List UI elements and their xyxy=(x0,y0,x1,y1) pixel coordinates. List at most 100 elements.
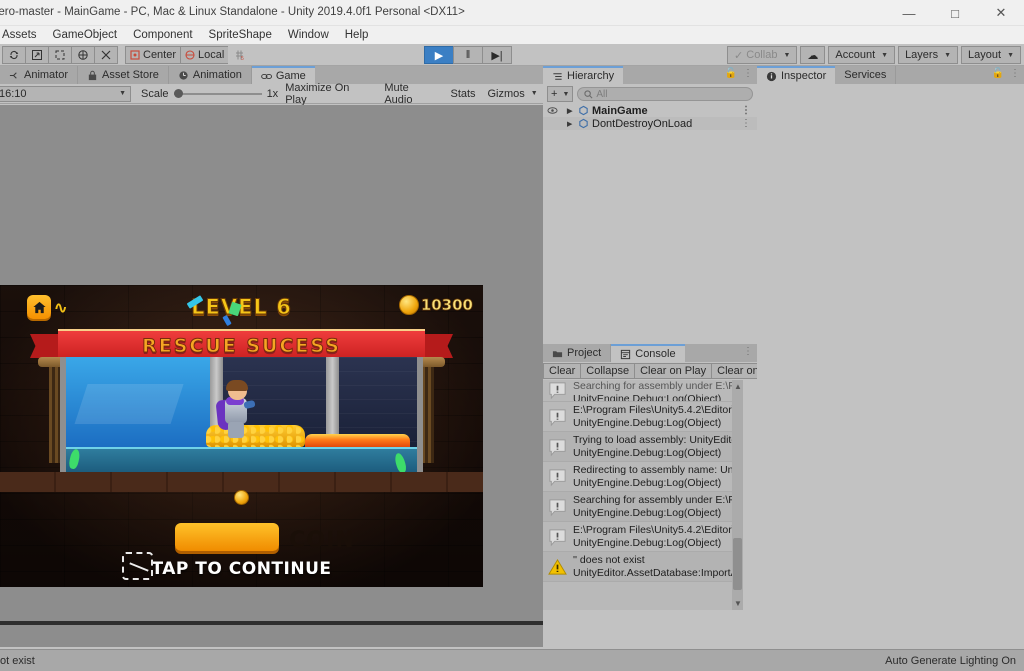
cloud-button[interactable]: ☁ xyxy=(800,46,826,64)
scale-slider-track xyxy=(173,92,262,95)
minimize-button[interactable]: — xyxy=(886,0,932,26)
scroll-down-arrow-icon[interactable]: ▼ xyxy=(734,599,742,608)
maximize-button[interactable]: □ xyxy=(932,0,978,26)
pause-button[interactable]: ‖ xyxy=(453,46,483,64)
plus-icon: + xyxy=(551,88,558,100)
tab-inspector[interactable]: Inspector xyxy=(757,66,836,84)
collab-button[interactable]: ✓ Collab ▼ xyxy=(727,46,798,64)
row-menu-icon[interactable]: ⋮ xyxy=(741,118,751,129)
console-log-row[interactable]: Searching for assembly under E:\Pr Unity… xyxy=(543,492,743,522)
console-log-row[interactable]: E:\Program Files\Unity5.4.2\Editor\D Uni… xyxy=(543,402,743,432)
hierarchy-toolbar: + ▼ All xyxy=(543,84,757,104)
chevron-down-icon: ▼ xyxy=(530,90,538,97)
mute-audio-button[interactable]: Mute Audio xyxy=(377,82,445,106)
tab-asset-store[interactable]: Asset Store xyxy=(78,66,169,84)
close-button[interactable]: ✕ xyxy=(978,0,1024,26)
visibility-eye-icon xyxy=(547,107,558,114)
game-icon xyxy=(260,73,272,79)
hand-tool-icon[interactable] xyxy=(2,45,26,64)
clear-on-build-button[interactable]: Clear on Bu xyxy=(711,363,757,379)
tab-project[interactable]: Project xyxy=(543,344,612,362)
game-toolbar-right: Maximize On Play Mute Audio Stats Gizmos… xyxy=(278,82,544,106)
expand-arrow-icon[interactable]: ▶ xyxy=(567,120,575,128)
console-panel-icons: ⋮ xyxy=(743,346,753,357)
console-log-row[interactable]: Redirecting to assembly name: Unit Unity… xyxy=(543,462,743,492)
layout-button[interactable]: Layout ▼ xyxy=(961,46,1021,64)
console-scrollbar-thumb[interactable] xyxy=(733,538,742,590)
menu-item-gameobject[interactable]: GameObject xyxy=(45,29,126,41)
scroll-up-arrow-icon[interactable]: ▲ xyxy=(734,382,742,391)
tab-hierarchy[interactable]: Hierarchy xyxy=(543,66,624,84)
panel-menu-icon[interactable]: ⋮ xyxy=(1010,68,1020,79)
console-log-row[interactable]: Trying to load assembly: UnityEdito Unit… xyxy=(543,432,743,462)
snap-tool-icon[interactable]: 5 xyxy=(228,45,253,64)
console-icon xyxy=(621,349,631,359)
account-button[interactable]: Account ▼ xyxy=(828,46,896,64)
hierarchy-item-dontdestroyonload[interactable]: ▶ DontDestroyOnLoad ⋮ xyxy=(543,117,757,130)
rect-tool-icon[interactable] xyxy=(94,45,118,64)
play-button[interactable]: ▶ xyxy=(424,46,454,64)
hierarchy-item-maingame[interactable]: ▶ MainGame ⋮ xyxy=(543,104,757,117)
game-render-canvas[interactable]: ∿ LEVEL 6 10300 RESCUE SUCESS X3 COIN TA… xyxy=(0,285,483,587)
scale-slider[interactable] xyxy=(173,88,262,100)
inspector-body xyxy=(757,84,1024,647)
pivot-rotation-label: Local xyxy=(198,48,225,61)
panel-menu-icon[interactable]: ⋮ xyxy=(743,346,753,357)
pivot-mode-label: Center xyxy=(143,48,177,61)
tab-services[interactable]: Services xyxy=(835,66,897,84)
game-view-bottom-strip xyxy=(0,621,543,625)
tab-animation[interactable]: Animation xyxy=(168,66,252,84)
aspect-ratio-dropdown[interactable]: 16:10 ▼ xyxy=(0,85,132,102)
pivot-rotation-button[interactable]: Local xyxy=(180,45,230,64)
move-tool-icon[interactable] xyxy=(25,45,49,64)
console-log-row[interactable]: '' does not exist UnityEditor.AssetDatab… xyxy=(543,552,743,582)
add-gameobject-button[interactable]: + ▼ xyxy=(547,86,574,102)
console-scrollbar[interactable]: ▲ ▼ xyxy=(732,380,743,610)
lock-icon[interactable]: 🔓 xyxy=(725,68,737,79)
expand-arrow-icon[interactable]: ▶ xyxy=(567,107,575,115)
menu-item-window[interactable]: Window xyxy=(280,29,337,41)
game-view-area[interactable]: ∿ LEVEL 6 10300 RESCUE SUCESS X3 COIN TA… xyxy=(0,105,543,647)
tab-console[interactable]: Console xyxy=(611,344,685,362)
menu-item-component[interactable]: Component xyxy=(125,29,200,41)
stats-button[interactable]: Stats xyxy=(444,84,482,104)
coin-icon xyxy=(398,295,419,315)
console-log-row[interactable]: E:\Program Files\Unity5.4.2\Editor\D Uni… xyxy=(543,522,743,552)
scale-slider-knob[interactable] xyxy=(173,89,183,98)
status-bar[interactable]: ot exist Auto Generate Lighting On xyxy=(0,649,1024,671)
gizmos-button[interactable]: Gizmos ▼ xyxy=(481,84,544,104)
console-log-list[interactable]: Searching for assembly under E:\Pr Unity… xyxy=(543,380,743,610)
animation-icon xyxy=(179,70,188,80)
clear-on-play-button[interactable]: Clear on Play xyxy=(634,363,713,379)
hero-legs xyxy=(228,421,245,438)
inspector-panel-icons: 🔓 ⋮ xyxy=(992,68,1020,79)
menu-item-spriteshape[interactable]: SpriteShape xyxy=(201,29,280,41)
menu-item-assets[interactable]: Assets xyxy=(0,29,45,41)
info-log-icon xyxy=(549,382,566,400)
level-arena xyxy=(60,357,423,472)
hierarchy-search-input[interactable]: All xyxy=(577,87,753,101)
hierarchy-item-label: MainGame xyxy=(592,104,648,117)
water-area xyxy=(66,357,214,447)
hierarchy-tree[interactable]: ▶ MainGame ⋮ ▶ DontDestroyOnLoad ⋮ xyxy=(543,104,757,344)
rotate-tool-icon[interactable] xyxy=(48,45,72,64)
step-button[interactable]: ▶| xyxy=(482,46,512,64)
continue-button[interactable] xyxy=(175,523,279,551)
console-log-row[interactable]: Searching for assembly under E:\Pr Unity… xyxy=(543,380,743,402)
hierarchy-item-label: DontDestroyOnLoad xyxy=(592,117,693,130)
panel-menu-icon[interactable]: ⋮ xyxy=(743,68,753,79)
row-menu-icon[interactable]: ⋮ xyxy=(741,105,751,116)
collapse-button[interactable]: Collapse xyxy=(580,363,636,379)
layers-button[interactable]: Layers ▼ xyxy=(898,46,959,64)
lock-icon[interactable]: 🔓 xyxy=(992,68,1004,79)
maximize-on-play-button[interactable]: Maximize On Play xyxy=(278,82,378,106)
scale-tool-icon[interactable] xyxy=(71,45,95,64)
scale-label: Scale xyxy=(141,87,169,100)
clear-button[interactable]: Clear xyxy=(543,363,582,379)
tab-animator[interactable]: Animator xyxy=(0,66,79,84)
unity-editor-window: hero-master - MainGame - PC, Mac & Linux… xyxy=(0,0,1024,671)
tab-animation-label: Animation xyxy=(192,69,242,81)
console-log-line2: UnityEngine.Debug:Log(Object) xyxy=(573,537,722,549)
menu-item-help[interactable]: Help xyxy=(337,29,377,41)
pivot-mode-button[interactable]: Center xyxy=(125,45,182,64)
